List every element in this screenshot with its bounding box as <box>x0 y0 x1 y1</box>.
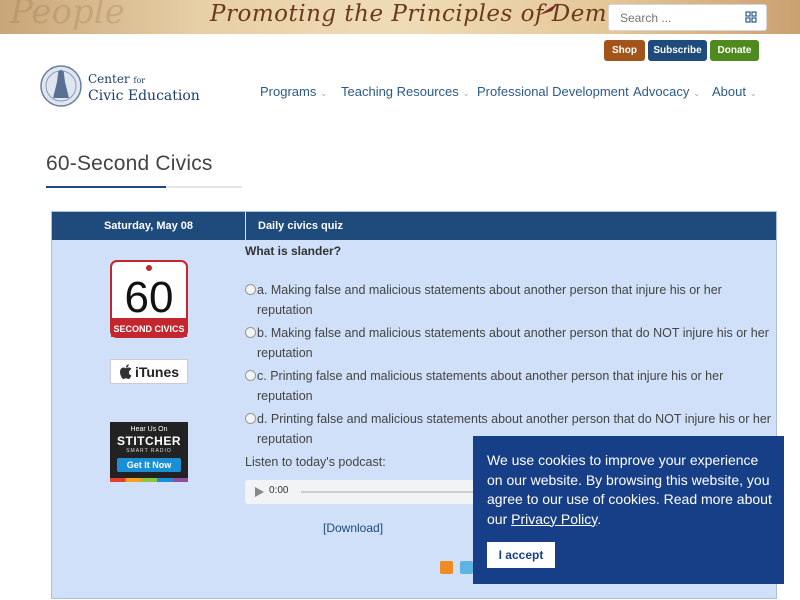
podcast-label: Listen to today's podcast: <box>245 455 386 469</box>
chevron-down-icon: ⌄ <box>320 89 328 98</box>
quiz-date: Saturday, May 08 <box>52 212 245 240</box>
option-text-cont: reputation <box>257 303 313 317</box>
quiz-option-b[interactable]: b. Making false and malicious statements… <box>245 323 775 363</box>
60-second-civics-logo[interactable]: 60 SECOND CIVICS <box>110 260 188 338</box>
audio-player[interactable]: 0:00 <box>245 480 505 504</box>
option-text: c. Printing false and malicious statemen… <box>257 369 724 383</box>
search-icon[interactable] <box>745 11 757 23</box>
logo-line1: Center for <box>88 72 145 86</box>
quill-icon <box>539 3 558 15</box>
search-box[interactable] <box>608 4 767 31</box>
subscribe-button[interactable]: Subscribe <box>648 40 707 61</box>
twitter-icon[interactable] <box>460 561 473 574</box>
chevron-down-icon: ⌄ <box>749 89 757 98</box>
chevron-down-icon: ⌄ <box>462 89 470 98</box>
quiz-option-c[interactable]: c. Printing false and malicious statemen… <box>245 366 775 406</box>
nav-programs[interactable]: Programs ⌄ <box>260 84 327 102</box>
search-input[interactable] <box>618 10 742 26</box>
cookie-banner: We use cookies to improve your experienc… <box>473 436 784 584</box>
donate-button[interactable]: Donate <box>710 40 759 61</box>
nav-label: Professional Development <box>477 84 629 99</box>
badge-number: 60 <box>125 273 174 322</box>
cookie-end: . <box>597 510 602 527</box>
nav-label: About <box>712 84 746 99</box>
rss-icon[interactable] <box>440 561 453 574</box>
nav-about[interactable]: About ⌄ <box>712 84 757 102</box>
stitcher-stripe <box>110 478 188 482</box>
stitcher-line2: STITCHER <box>117 434 181 448</box>
download-link[interactable]: [Download] <box>323 521 383 535</box>
stitcher-line1: Hear Us On <box>130 426 168 433</box>
radio-button[interactable] <box>245 413 256 424</box>
quiz-header: Daily civics quiz <box>246 212 776 240</box>
radio-button[interactable] <box>245 370 256 381</box>
logo-line2: Civic Education <box>88 88 200 104</box>
liberty-seal-icon <box>40 65 82 107</box>
option-text: d. Printing false and malicious statemen… <box>257 412 771 426</box>
option-text: a. Making false and malicious statements… <box>257 283 722 297</box>
nav-label: Teaching Resources <box>341 84 459 99</box>
page-title: 60-Second Civics <box>46 152 213 175</box>
nav-label: Programs <box>260 84 317 99</box>
player-track[interactable] <box>301 491 481 493</box>
stitcher-line3: SMART RADIO <box>126 448 172 454</box>
logo-word-for: for <box>133 76 146 85</box>
radio-button[interactable] <box>245 284 256 295</box>
option-text-cont: reputation <box>257 346 313 360</box>
stitcher-get-it-now: Get It Now <box>117 458 181 472</box>
option-text-cont: reputation <box>257 389 313 403</box>
play-icon[interactable] <box>255 487 264 497</box>
logo-word-center: Center <box>88 72 130 86</box>
nav-professional-development[interactable]: Professional Development <box>477 84 629 102</box>
radio-button[interactable] <box>245 327 256 338</box>
quiz-option-a[interactable]: a. Making false and malicious statements… <box>245 280 775 320</box>
player-time: 0:00 <box>269 485 289 496</box>
quiz-question: What is slander? <box>245 244 342 258</box>
stitcher-button[interactable]: Hear Us On STITCHER SMART RADIO Get It N… <box>110 422 188 482</box>
itunes-button[interactable]: iTunes <box>110 359 188 384</box>
shop-button[interactable]: Shop <box>604 40 645 61</box>
itunes-label: iTunes <box>134 363 180 380</box>
header-banner: People Promoting the Principles of Democ… <box>0 0 800 34</box>
privacy-policy-link[interactable]: Privacy Policy <box>511 511 597 527</box>
badge-caption: SECOND CIVICS <box>113 324 184 334</box>
banner-ghost-text: People <box>10 0 125 32</box>
accept-cookies-button[interactable]: I accept <box>487 542 555 568</box>
site-logo[interactable]: Center for Civic Education <box>40 64 200 110</box>
chevron-down-icon: ⌄ <box>693 89 701 98</box>
nav-advocacy[interactable]: Advocacy ⌄ <box>633 84 700 102</box>
cookie-message: We use cookies to improve your experienc… <box>487 451 775 529</box>
apple-icon <box>119 363 132 379</box>
option-text: b. Making false and malicious statements… <box>257 326 769 340</box>
nav-label: Advocacy <box>633 84 690 99</box>
title-underline <box>46 186 242 188</box>
nav-teaching-resources[interactable]: Teaching Resources ⌄ <box>341 84 470 102</box>
